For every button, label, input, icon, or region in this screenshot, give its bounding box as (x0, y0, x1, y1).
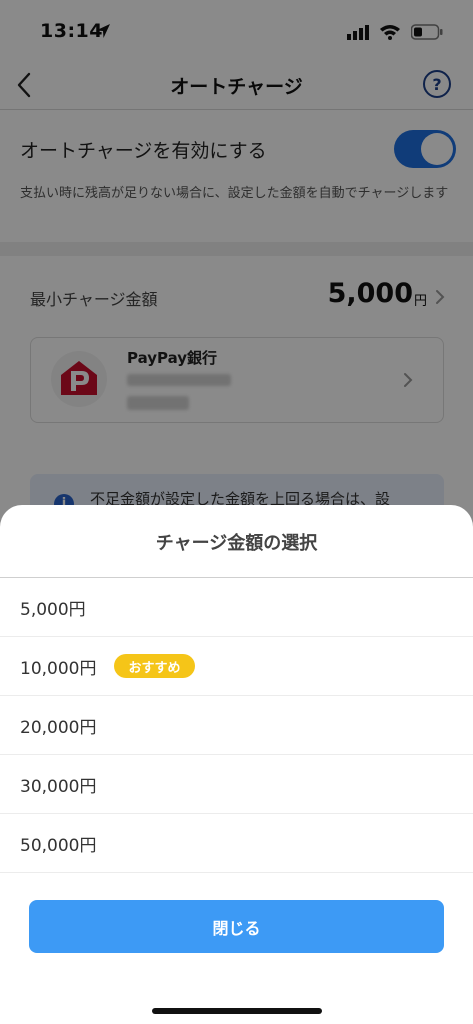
option-label: 30,000円 (20, 776, 97, 797)
option-label: 20,000円 (20, 717, 97, 738)
amount-option-20000[interactable]: 20,000円 (0, 696, 473, 755)
amount-option-30000[interactable]: 30,000円 (0, 755, 473, 814)
option-label: 10,000円 (20, 658, 97, 679)
option-label: 50,000円 (20, 835, 97, 856)
charge-amount-sheet: チャージ金額の選択 5,000円 10,000円 おすすめ 20,000円 30… (0, 505, 473, 1024)
option-label: 5,000円 (20, 599, 86, 620)
sheet-title: チャージ金額の選択 (155, 533, 318, 554)
recommended-badge: おすすめ (114, 654, 195, 678)
amount-option-10000[interactable]: 10,000円 おすすめ (0, 637, 473, 696)
close-button[interactable]: 閉じる (29, 900, 444, 953)
amount-option-50000[interactable]: 50,000円 (0, 814, 473, 873)
amount-option-list: 5,000円 10,000円 おすすめ 20,000円 30,000円 50,0… (0, 578, 473, 873)
home-indicator (152, 1008, 322, 1014)
amount-option-5000[interactable]: 5,000円 (0, 578, 473, 637)
